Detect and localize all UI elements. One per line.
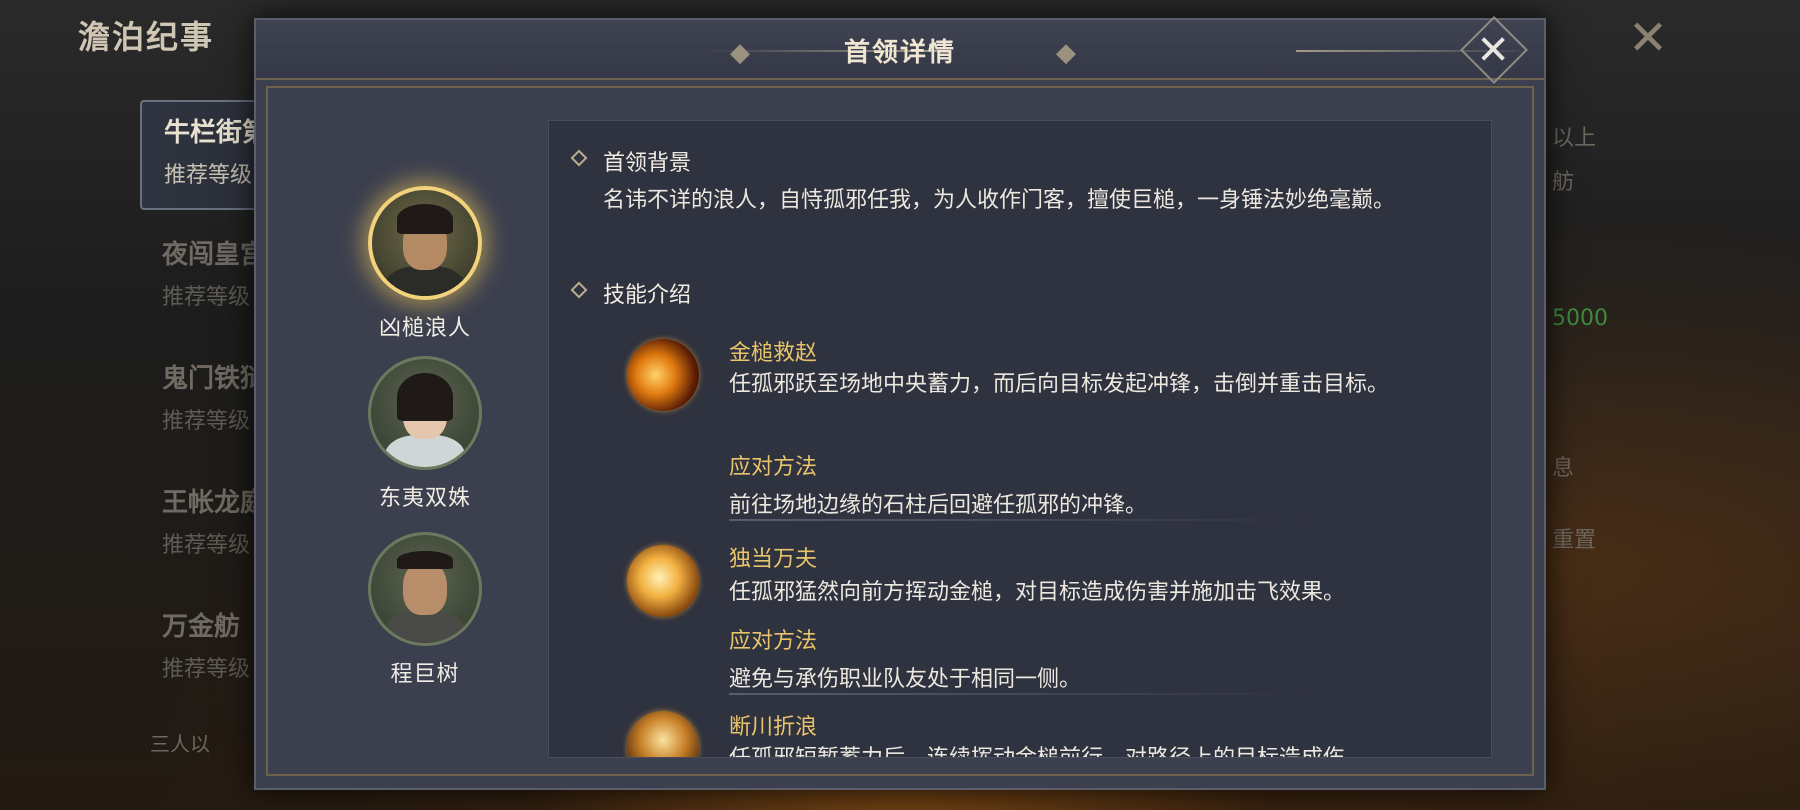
section-heading-text: 首领背景 xyxy=(603,151,692,176)
boss-item-程巨树[interactable]: 程巨树 xyxy=(350,532,500,688)
response-title: 应对方法 xyxy=(729,629,818,654)
section-heading-text: 技能介绍 xyxy=(603,283,692,308)
skill-description: 任孤邪跃至场地中央蓄力，而后向目标发起冲锋，击倒并重击目标。 xyxy=(729,372,1390,397)
close-button[interactable]: ✕ xyxy=(1460,16,1528,84)
response-text: 避免与承伤职业队友处于相同一侧。 xyxy=(729,667,1082,692)
boss-background-text: 名讳不详的浪人，自恃孤邪任我，为人收作门客，擅使巨槌，一身锤法妙绝毫巅。 xyxy=(603,188,1396,213)
boss-name: 程巨树 xyxy=(390,662,460,687)
skill-warrior-swing-icon xyxy=(627,711,699,757)
background-right-text: 舫 xyxy=(1552,170,1575,195)
skill-fist-strike-icon xyxy=(627,545,699,617)
title-wing-right-icon: ◆ xyxy=(1056,38,1076,68)
background-note: 三人以 xyxy=(150,732,210,756)
close-icon: ✕ xyxy=(1476,27,1511,74)
boss-item-凶槌浪人[interactable]: 凶槌浪人 xyxy=(350,186,500,342)
response-text: 前往场地边缘的石柱后回避任孤邪的冲锋。 xyxy=(729,493,1148,518)
skill-name: 断川折浪 xyxy=(729,715,818,740)
skills-heading: 技能介绍 xyxy=(570,277,692,309)
skill-description: 任孤邪猛然向前方挥动金槌，对目标造成伤害并施加击飞效果。 xyxy=(729,580,1346,605)
boss-info-panel[interactable]: 首领背景 名讳不详的浪人，自恃孤邪任我，为人收作门客，擅使巨槌，一身锤法妙绝毫巅… xyxy=(548,120,1492,758)
background-title: 澹泊纪事 xyxy=(78,18,215,56)
skill-divider xyxy=(729,693,1309,695)
background-close-icon[interactable]: ✕ xyxy=(1622,12,1674,64)
boss-name: 东夷双姝 xyxy=(378,486,471,511)
boss-background-heading: 首领背景 xyxy=(570,145,692,177)
skill-name: 金槌救赵 xyxy=(729,341,818,366)
boss-details-modal: ◆ 首领详情 ◆ ✕ 凶槌浪人 东夷双姝 程巨树 首领背景 名讳不详的浪人，自恃… xyxy=(254,16,1546,790)
diamond-icon xyxy=(570,281,588,299)
response-title: 应对方法 xyxy=(729,455,818,480)
background-right-text: 5000 xyxy=(1552,306,1608,331)
boss-item-东夷双姝[interactable]: 东夷双姝 xyxy=(350,356,500,512)
modal-header: ◆ 首领详情 ◆ ✕ xyxy=(256,16,1544,84)
background-right-text: 重置 xyxy=(1552,528,1597,553)
diamond-icon xyxy=(570,149,588,167)
skill-description: 任孤邪短暂蓄力后，连续挥动金槌前行，对路径上的目标造成伤 xyxy=(729,743,1429,757)
boss-avatar xyxy=(368,356,482,470)
boss-avatar xyxy=(368,532,482,646)
skill-name: 独当万夫 xyxy=(729,547,818,572)
skill-divider xyxy=(729,519,1309,521)
skill-hammer-charge-icon xyxy=(627,339,699,411)
background-right-text: 以上 xyxy=(1552,126,1597,151)
background-right-text: 息 xyxy=(1552,456,1575,481)
boss-avatar xyxy=(368,186,482,300)
boss-name: 凶槌浪人 xyxy=(378,316,471,341)
